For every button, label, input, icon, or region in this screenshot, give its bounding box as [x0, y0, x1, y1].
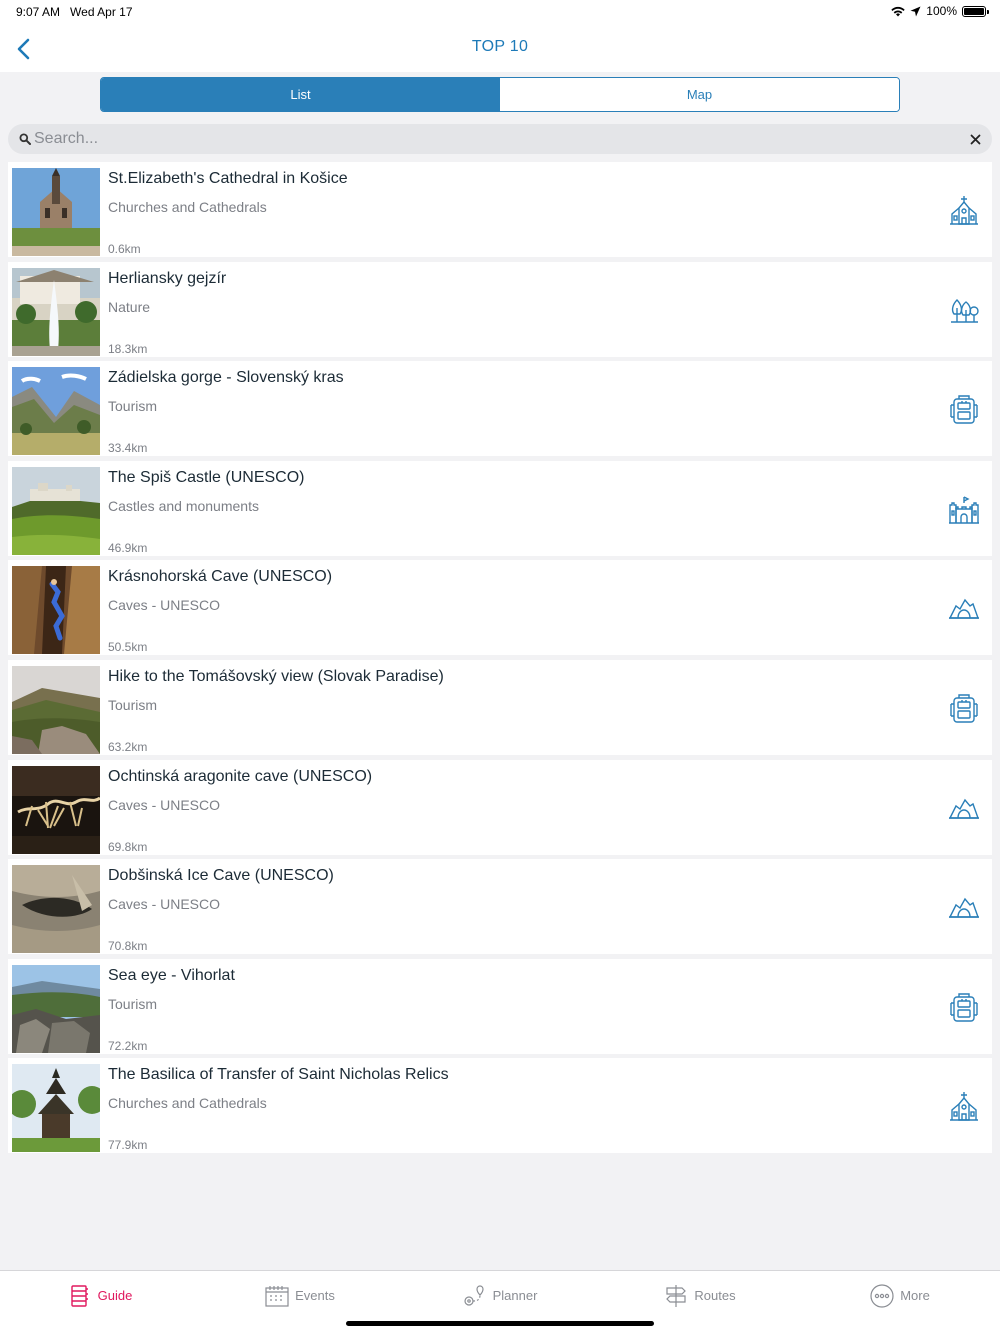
list-item[interactable]: Sea eye - Vihorlat Tourism 72.2km — [8, 958, 992, 1054]
item-category: Churches and Cathedrals — [108, 1095, 267, 1112]
attraction-list: St.Elizabeth's Cathedral in Košice Churc… — [8, 162, 992, 1158]
backpack-icon — [950, 395, 978, 424]
item-title: Krásnohorská Cave (UNESCO) — [108, 568, 333, 586]
attraction-photo — [12, 267, 100, 356]
list-item[interactable]: Ochtinská aragonite cave (UNESCO) Caves … — [8, 759, 992, 855]
item-title: The Basilica of Transfer of Saint Nichol… — [108, 1066, 449, 1084]
list-item[interactable]: The Basilica of Transfer of Saint Nichol… — [8, 1058, 992, 1154]
home-indicator — [346, 1321, 654, 1326]
cave-icon — [948, 599, 979, 620]
church-icon — [950, 196, 978, 225]
tab-label: Guide — [97, 1288, 133, 1303]
item-title: Zádielska gorge - Slovenský kras — [108, 369, 344, 387]
item-distance: 18.3km — [108, 341, 148, 356]
tab-label: Planner — [492, 1288, 538, 1303]
castle-icon — [949, 496, 979, 524]
attraction-photo — [12, 1064, 100, 1153]
item-title: The Spiš Castle (UNESCO) — [108, 468, 305, 486]
more-icon — [870, 1283, 894, 1308]
item-category: Churches and Cathedrals — [108, 199, 267, 215]
item-distance: 72.2km — [108, 1038, 148, 1053]
guide-icon — [70, 1284, 88, 1307]
search-icon — [18, 132, 32, 146]
item-distance: 69.8km — [108, 839, 148, 854]
attraction-photo — [12, 367, 100, 456]
item-title: St.Elizabeth's Cathedral in Košice — [108, 170, 348, 187]
search-input[interactable] — [34, 130, 968, 148]
item-category: Tourism — [108, 995, 158, 1012]
item-category: Tourism — [108, 398, 158, 415]
status-time: 9:07 AM Wed Apr 17 — [16, 5, 133, 19]
attraction-photo — [12, 865, 100, 954]
attraction-photo — [12, 168, 100, 256]
list-item[interactable]: The Spiš Castle (UNESCO) Castles and mon… — [8, 460, 992, 556]
planner-icon — [463, 1284, 484, 1306]
item-title: Ochtinská aragonite cave (UNESCO) — [108, 767, 373, 785]
item-distance: 50.5km — [108, 640, 148, 655]
tab-label: Routes — [694, 1288, 736, 1303]
item-title: Dobšinská Ice Cave (UNESCO) — [108, 867, 334, 885]
navigation-bar: TOP 10 — [0, 24, 1000, 72]
list-item[interactable]: St.Elizabeth's Cathedral in Košice Churc… — [8, 162, 992, 257]
tab-guide[interactable]: Guide — [0, 1271, 200, 1334]
cave-icon — [948, 798, 979, 819]
tab-more[interactable]: More — [800, 1271, 1000, 1334]
item-category: Nature — [108, 298, 151, 315]
item-category: Caves - UNESCO — [108, 896, 221, 913]
item-category: Caves - UNESCO — [108, 597, 221, 614]
tab-label: More — [900, 1288, 930, 1303]
attraction-photo — [12, 665, 100, 754]
item-category: Caves - UNESCO — [108, 796, 221, 813]
church-icon — [950, 1092, 978, 1122]
status-clock: 9:07 AM — [16, 5, 61, 19]
battery-icon — [962, 5, 989, 17]
calendar-icon — [265, 1285, 289, 1307]
item-title: Sea eye - Vihorlat — [108, 966, 235, 984]
view-segmented-control: List Map — [100, 77, 900, 112]
attraction-photo — [12, 765, 100, 854]
map-segment[interactable]: Map — [500, 78, 899, 111]
backpack-icon — [950, 993, 978, 1022]
item-category: Castles and monuments — [108, 497, 259, 514]
list-segment[interactable]: List — [101, 78, 500, 111]
trees-icon — [951, 298, 979, 323]
view-switcher-area: List Map — [0, 72, 1000, 122]
status-indicators: 100% — [891, 4, 989, 18]
attraction-photo — [12, 566, 100, 655]
item-distance: 0.6km — [108, 242, 141, 256]
tab-label: Events — [295, 1288, 335, 1303]
page-title: TOP 10 — [471, 38, 529, 55]
list-item[interactable]: Zádielska gorge - Slovenský kras Tourism… — [8, 361, 992, 457]
item-category: Tourism — [108, 696, 158, 713]
attraction-photo — [12, 466, 100, 555]
location-arrow-icon — [910, 6, 921, 16]
list-item[interactable]: Dobšinská Ice Cave (UNESCO) Caves - UNES… — [8, 859, 992, 955]
item-title: Herliansky gejzír — [108, 269, 227, 287]
wifi-icon — [891, 6, 905, 16]
list-item[interactable]: Hike to the Tomášovský view (Slovak Para… — [8, 659, 992, 755]
attraction-photo — [12, 964, 100, 1053]
list-item[interactable]: Herliansky gejzír Nature 18.3km — [8, 261, 992, 357]
backpack-icon — [950, 694, 978, 723]
item-distance: 63.2km — [108, 739, 148, 754]
item-distance: 33.4km — [108, 441, 148, 456]
item-distance: 46.9km — [108, 540, 148, 555]
item-distance: 77.9km — [108, 1138, 148, 1153]
signpost-icon — [666, 1284, 687, 1307]
item-title: Hike to the Tomášovský view (Slovak Para… — [108, 667, 444, 685]
search-bar — [8, 124, 992, 154]
cave-icon — [948, 897, 979, 918]
item-distance: 70.8km — [108, 939, 148, 954]
list-item[interactable]: Krásnohorská Cave (UNESCO) Caves - UNESC… — [8, 560, 992, 656]
status-date: Wed Apr 17 — [70, 5, 133, 19]
clear-search-icon[interactable] — [968, 132, 982, 146]
battery-percent: 100% — [926, 4, 957, 18]
status-bar: 9:07 AM Wed Apr 17 100% — [0, 0, 1000, 24]
